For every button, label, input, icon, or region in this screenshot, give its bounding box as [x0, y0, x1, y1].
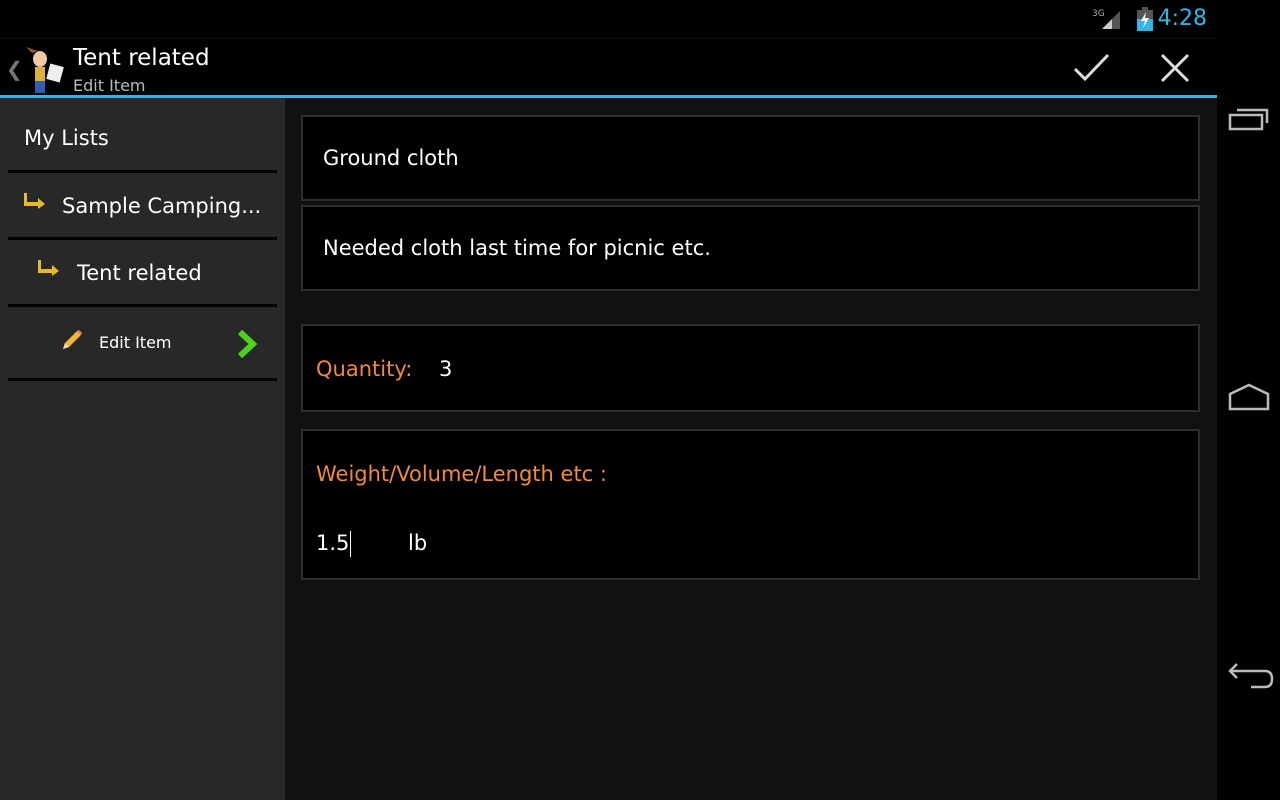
item-name-value: Ground cloth — [323, 146, 459, 170]
sidebar-item-label: My Lists — [24, 126, 109, 150]
sidebar-item-tent-related[interactable]: Tent related — [8, 240, 277, 307]
check-icon[interactable] — [1072, 51, 1112, 85]
item-description-input[interactable]: Needed cloth last time for picnic etc. — [301, 205, 1200, 291]
item-description-value: Needed cloth last time for picnic etc. — [323, 236, 711, 260]
action-bar: ❮ Tent related Edit Item — [0, 38, 1217, 95]
home-icon[interactable] — [1227, 382, 1271, 412]
sidebar-item-my-lists[interactable]: My Lists — [8, 98, 277, 173]
action-bar-title: Tent related — [73, 45, 210, 71]
item-name-input[interactable]: Ground cloth — [301, 115, 1200, 201]
text-cursor — [350, 531, 352, 557]
quantity-label: Quantity: — [316, 357, 413, 381]
recent-apps-icon[interactable] — [1227, 105, 1271, 133]
sidebar-item-label: Edit Item — [99, 333, 172, 352]
pencil-icon — [63, 330, 82, 349]
weight-unit[interactable]: lb — [408, 531, 427, 555]
svg-text:3G: 3G — [1092, 9, 1105, 19]
clock: 4:28 — [1157, 6, 1207, 31]
sidebar: My Lists Sample Camping... Tent related … — [0, 98, 285, 800]
arrow-corner-icon — [24, 193, 45, 209]
quantity-input[interactable]: 3 — [439, 357, 452, 381]
status-bar: 3G 4:28 — [0, 0, 1217, 38]
weight-field: Weight/Volume/Length etc : 1.5 lb — [301, 429, 1200, 580]
app-logo[interactable] — [20, 45, 66, 93]
arrow-corner-icon — [38, 260, 59, 276]
close-icon[interactable] — [1156, 51, 1196, 85]
sidebar-item-label: Tent related — [77, 261, 202, 285]
weight-label: Weight/Volume/Length etc : — [316, 462, 607, 486]
action-bar-subtitle: Edit Item — [73, 76, 146, 95]
weight-value: 1.5 — [316, 531, 350, 555]
weight-input[interactable]: 1.5 — [316, 531, 352, 557]
edit-item-form: Ground cloth Needed cloth last time for … — [285, 98, 1217, 800]
sidebar-item-sample-camping[interactable]: Sample Camping... — [8, 173, 277, 240]
battery-charging-icon — [1137, 7, 1153, 31]
chevron-right-icon — [237, 329, 258, 359]
signal-3g-icon: 3G — [1092, 9, 1120, 29]
sidebar-item-label: Sample Camping... — [62, 194, 262, 218]
navigation-bar — [1217, 0, 1280, 800]
back-icon[interactable] — [1227, 660, 1275, 692]
sidebar-item-edit-item[interactable]: Edit Item — [8, 307, 277, 381]
quantity-field[interactable]: Quantity: 3 — [301, 324, 1200, 412]
